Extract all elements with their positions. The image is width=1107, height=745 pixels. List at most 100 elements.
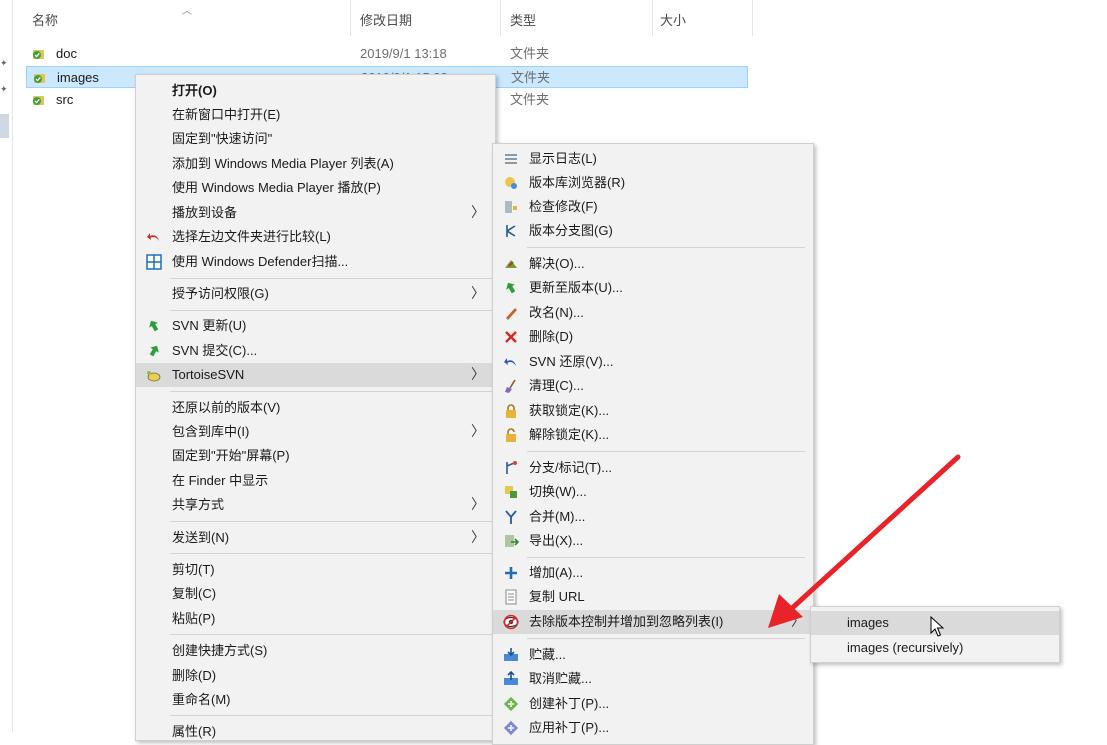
menu-item-properties[interactable]: 属性(R) xyxy=(136,720,495,744)
file-row[interactable]: doc 2019/9/1 13:18 文件夹 xyxy=(26,43,748,65)
menu-item-share-with[interactable]: 共享方式 〉 xyxy=(136,493,495,517)
menu-item-label: 还原以前的版本(V) xyxy=(172,400,281,415)
pin-icon[interactable]: ✦ xyxy=(0,58,8,68)
svn-item-show-log[interactable]: 显示日志(L) xyxy=(493,147,813,171)
submenu-arrow-icon: 〉 xyxy=(791,613,805,629)
menu-item-add-wmp-list[interactable]: 添加到 Windows Media Player 列表(A) xyxy=(136,152,495,176)
file-name: src xyxy=(56,92,74,107)
menu-item-cut[interactable]: 剪切(T) xyxy=(136,558,495,582)
svn-item-resolve[interactable]: 解决(O)... xyxy=(493,252,813,276)
menu-item-label: 使用 Windows Media Player 播放(P) xyxy=(172,180,381,195)
submenu-arrow-icon: 〉 xyxy=(471,285,485,301)
svn-item-export[interactable]: 导出(X)... xyxy=(493,529,813,553)
export-icon xyxy=(505,535,519,547)
file-name: doc xyxy=(56,46,77,61)
menu-item-open-new-window[interactable]: 在新窗口中打开(E) xyxy=(136,103,495,127)
svn-item-check-modifications[interactable]: 检查修改(F) xyxy=(493,195,813,219)
menu-item-label: images (recursively) xyxy=(847,640,964,655)
menu-item-label: 更新至版本(U)... xyxy=(529,280,623,295)
svn-item-branch-tag[interactable]: 分支/标记(T)... xyxy=(493,456,813,480)
menu-item-paste[interactable]: 粘贴(P) xyxy=(136,607,495,631)
svn-item-revision-graph[interactable]: 版本分支图(G) xyxy=(493,219,813,243)
menu-item-delete[interactable]: 删除(D) xyxy=(136,664,495,688)
svn-item-copy-url[interactable]: 复制 URL xyxy=(493,585,813,609)
svn-item-merge[interactable]: 合并(M)... xyxy=(493,505,813,529)
column-header-modified[interactable]: 修改日期 xyxy=(360,12,412,30)
update-to-revision-icon xyxy=(506,282,516,294)
menu-item-label: 授予访问权限(G) xyxy=(172,286,269,301)
menu-item-label: 分支/标记(T)... xyxy=(529,460,613,475)
column-header-type[interactable]: 类型 xyxy=(510,12,536,30)
menu-item-send-to[interactable]: 发送到(N) 〉 xyxy=(136,526,495,550)
menu-item-show-in-finder[interactable]: 在 Finder 中显示 xyxy=(136,469,495,493)
tortoisesvn-submenu: 显示日志(L) 版本库浏览器(R) 检查修改(F) 版本分支图(G) 解决(O)… xyxy=(492,143,814,745)
svn-item-create-patch[interactable]: 创建补丁(P)... xyxy=(493,692,813,716)
menu-item-compare-folder[interactable]: 选择左边文件夹进行比较(L) xyxy=(136,225,495,249)
column-divider[interactable] xyxy=(652,0,653,36)
add-plus-icon xyxy=(505,567,517,579)
menu-item-label: 清理(C)... xyxy=(529,378,584,393)
menu-item-label: SVN 提交(C)... xyxy=(172,343,258,358)
ignore-item-images-recursively[interactable]: images (recursively) xyxy=(811,636,1059,660)
svn-folder-icon xyxy=(33,50,44,59)
menu-item-label: 剪切(T) xyxy=(172,562,215,577)
svn-item-release-lock[interactable]: 解除锁定(K)... xyxy=(493,423,813,447)
menu-item-label: 改名(N)... xyxy=(529,305,584,320)
svn-item-switch[interactable]: 切换(W)... xyxy=(493,480,813,504)
lock-icon xyxy=(506,404,516,418)
svn-item-revert[interactable]: SVN 还原(V)... xyxy=(493,350,813,374)
menu-separator xyxy=(527,557,805,558)
menu-item-label: SVN 还原(V)... xyxy=(529,354,614,369)
menu-item-svn-update[interactable]: SVN 更新(U) xyxy=(136,314,495,338)
menu-item-label: SVN 更新(U) xyxy=(172,318,247,333)
navigation-pane-edge xyxy=(0,0,13,732)
menu-item-label: 解除锁定(K)... xyxy=(529,427,610,442)
svn-item-rename[interactable]: 改名(N)... xyxy=(493,301,813,325)
menu-item-rename[interactable]: 重命名(M) xyxy=(136,688,495,712)
column-header-size[interactable]: 大小 xyxy=(660,12,686,30)
menu-item-play-wmp[interactable]: 使用 Windows Media Player 播放(P) xyxy=(136,176,495,200)
svn-item-apply-patch[interactable]: 应用补丁(P)... xyxy=(493,716,813,740)
menu-item-tortoisesvn[interactable]: TortoiseSVN 〉 xyxy=(136,363,495,387)
menu-item-copy[interactable]: 复制(C) xyxy=(136,582,495,606)
menu-item-svn-commit[interactable]: SVN 提交(C)... xyxy=(136,339,495,363)
menu-item-label: 检查修改(F) xyxy=(529,199,598,214)
svn-update-icon xyxy=(149,320,159,332)
svn-folder-icon xyxy=(34,74,45,83)
navigation-selected-item[interactable] xyxy=(0,114,9,138)
column-divider[interactable] xyxy=(500,0,501,36)
svn-item-repo-browser[interactable]: 版本库浏览器(R) xyxy=(493,171,813,195)
menu-item-pin-start[interactable]: 固定到"开始"屏幕(P) xyxy=(136,444,495,468)
svn-item-shelve[interactable]: 贮藏... xyxy=(493,643,813,667)
switch-icon xyxy=(505,486,517,498)
submenu-arrow-icon: 〉 xyxy=(471,529,485,545)
column-divider[interactable] xyxy=(350,0,351,36)
svn-item-delete[interactable]: 删除(D) xyxy=(493,325,813,349)
menu-item-restore-previous[interactable]: 还原以前的版本(V) xyxy=(136,396,495,420)
pin-icon[interactable]: ✦ xyxy=(0,84,8,94)
svn-item-unshelve[interactable]: 取消贮藏... xyxy=(493,667,813,691)
menu-item-cast-to-device[interactable]: 播放到设备 〉 xyxy=(136,201,495,225)
menu-item-label: 创建补丁(P)... xyxy=(529,696,610,711)
apply-patch-icon xyxy=(503,720,519,736)
column-divider[interactable] xyxy=(752,0,753,36)
svn-item-cleanup[interactable]: 清理(C)... xyxy=(493,374,813,398)
menu-item-grant-access[interactable]: 授予访问权限(G) 〉 xyxy=(136,282,495,306)
menu-item-create-shortcut[interactable]: 创建快捷方式(S) xyxy=(136,639,495,663)
menu-item-label: 解决(O)... xyxy=(529,256,585,271)
column-header-name[interactable]: 名称 xyxy=(32,12,58,30)
menu-item-open[interactable]: 打开(O) xyxy=(136,79,495,103)
menu-item-label: 显示日志(L) xyxy=(529,151,597,166)
menu-item-defender-scan[interactable]: 使用 Windows Defender扫描... xyxy=(136,250,495,274)
svn-item-add[interactable]: 增加(A)... xyxy=(493,561,813,585)
menu-item-label: 应用补丁(P)... xyxy=(529,720,610,735)
copy-url-icon xyxy=(505,589,517,605)
menu-item-pin-quick-access[interactable]: 固定到"快速访问" xyxy=(136,127,495,151)
menu-item-label: 贮藏... xyxy=(529,647,566,662)
svn-item-unversion-add-ignore[interactable]: 去除版本控制并增加到忽略列表(I) 〉 xyxy=(493,610,813,634)
svn-item-update-to-revision[interactable]: 更新至版本(U)... xyxy=(493,276,813,300)
menu-separator xyxy=(527,451,805,452)
menu-item-include-library[interactable]: 包含到库中(I) 〉 xyxy=(136,420,495,444)
svn-item-get-lock[interactable]: 获取锁定(K)... xyxy=(493,399,813,423)
menu-item-label: 获取锁定(K)... xyxy=(529,403,610,418)
